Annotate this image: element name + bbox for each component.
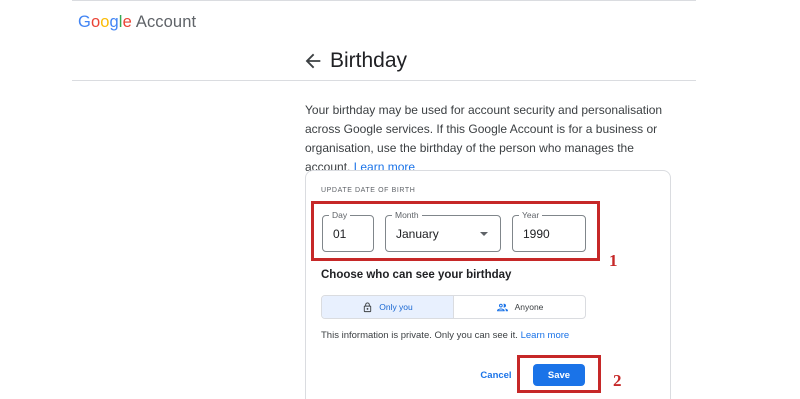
people-icon: [496, 303, 508, 311]
visibility-title: Choose who can see your birthday: [321, 269, 512, 281]
google-account-logo[interactable]: Google Account: [78, 13, 196, 32]
header-divider: [72, 80, 696, 81]
visibility-toggle: Only you Anyone: [321, 295, 586, 319]
lock-icon: [364, 301, 372, 312]
page-title: Birthday: [330, 49, 408, 72]
annotation-box-2: [517, 355, 601, 393]
birthday-description: Your birthday may be used for account se…: [305, 103, 663, 174]
section-label: UPDATE DATE OF BIRTH: [321, 187, 416, 194]
annotation-marker-1: 1: [609, 251, 618, 270]
cancel-button[interactable]: Cancel: [474, 366, 518, 384]
logo-product-name: Account: [135, 13, 197, 31]
arrow-left-icon[interactable]: [302, 50, 324, 72]
privacy-note: This information is private. Only you ca…: [321, 330, 570, 341]
annotation-box-1: [311, 201, 600, 261]
annotation-marker-2: 2: [613, 371, 622, 390]
visibility-option-anyone[interactable]: Anyone: [454, 296, 585, 318]
privacy-learn-more-link[interactable]: Learn more: [521, 330, 570, 341]
visibility-option-only-you[interactable]: Only you: [322, 296, 454, 318]
top-divider: [72, 0, 696, 1]
